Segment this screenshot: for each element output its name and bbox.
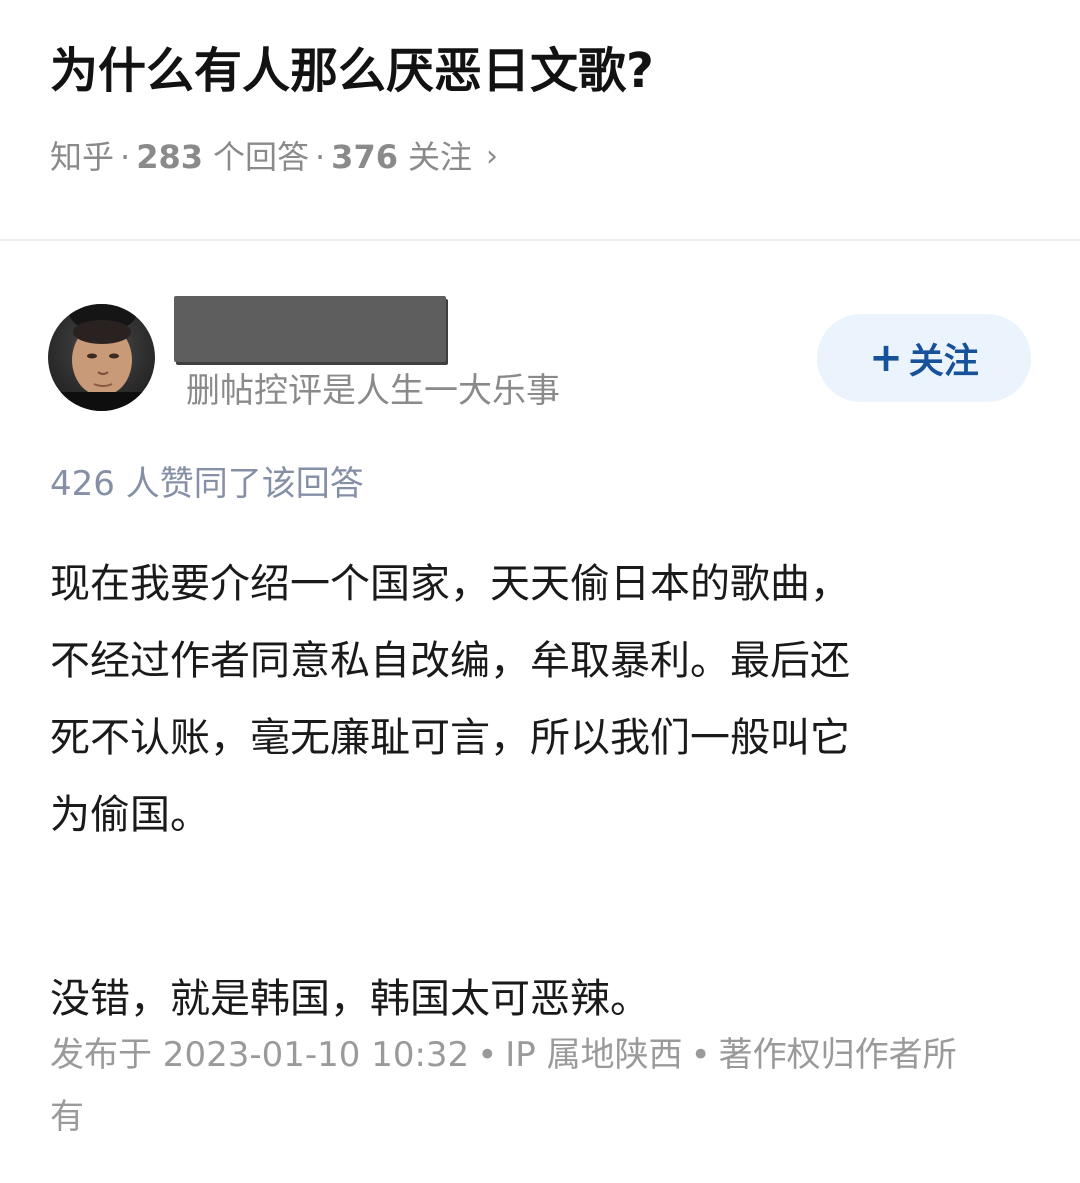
answer-line: 现在我要介绍一个国家，天天偷日本的歌曲， (50, 561, 850, 607)
answer-line: 死不认账，毫无廉耻可言，所以我们一般叫它 (50, 715, 850, 761)
copyright-text-cont: 有 (50, 1097, 84, 1137)
author-avatar[interactable] (48, 304, 155, 411)
answer-line: 为偷国。 (50, 792, 210, 838)
publish-time: 发布于 2023-01-10 10:32 (50, 1035, 470, 1075)
answer-count: 283 (136, 138, 203, 176)
answer-content: 现在我要介绍一个国家，天天偷日本的歌曲， 不经过作者同意私自改编，牟取暴利。最后… (50, 546, 1040, 1022)
chevron-right-icon: › (485, 139, 498, 174)
copyright-text: 著作权归作者所 (718, 1035, 957, 1075)
answer-count-label: 个回答 (212, 138, 309, 176)
question-title[interactable]: 为什么有人那么厌恶日文歌? (50, 36, 654, 106)
source-label: 知乎 (50, 138, 115, 176)
dot-separator: • (477, 1035, 498, 1075)
footer-line: 发布于 2023-01-10 10:32 • IP 属地陕西 • 著作权归作者所 (50, 1024, 1040, 1086)
question-meta[interactable]: 知乎 · 283 个回答 · 376 关注 › (50, 134, 498, 180)
ip-location: IP 属地陕西 (505, 1035, 683, 1075)
follow-button-label: 关注 (908, 341, 979, 382)
answer-footer-meta: 发布于 2023-01-10 10:32 • IP 属地陕西 • 著作权归作者所 有 (50, 1024, 1040, 1148)
vote-summary: 426 人赞同了该回答 (50, 464, 364, 504)
answer-paragraph: 现在我要介绍一个国家，天天偷日本的歌曲， 不经过作者同意私自改编，牟取暴利。最后… (50, 546, 1040, 854)
user-avatar-photo-icon (48, 304, 155, 411)
redacted-username (174, 296, 446, 362)
question-header: 为什么有人那么厌恶日文歌? 知乎 · 283 个回答 · 376 关注 › (0, 0, 1080, 240)
dot-separator: • (690, 1035, 711, 1075)
section-divider (0, 239, 1080, 241)
author-bio: 删帖控评是人生一大乐事 (186, 371, 560, 411)
plus-icon: + (869, 335, 903, 381)
follow-button[interactable]: + 关注 (817, 314, 1031, 402)
follower-count-label: 关注 (407, 138, 472, 176)
meta-separator: · (315, 138, 326, 176)
meta-separator: · (120, 138, 131, 176)
answer-line: 不经过作者同意私自改编，牟取暴利。最后还 (50, 638, 850, 684)
follower-count: 376 (331, 138, 398, 176)
